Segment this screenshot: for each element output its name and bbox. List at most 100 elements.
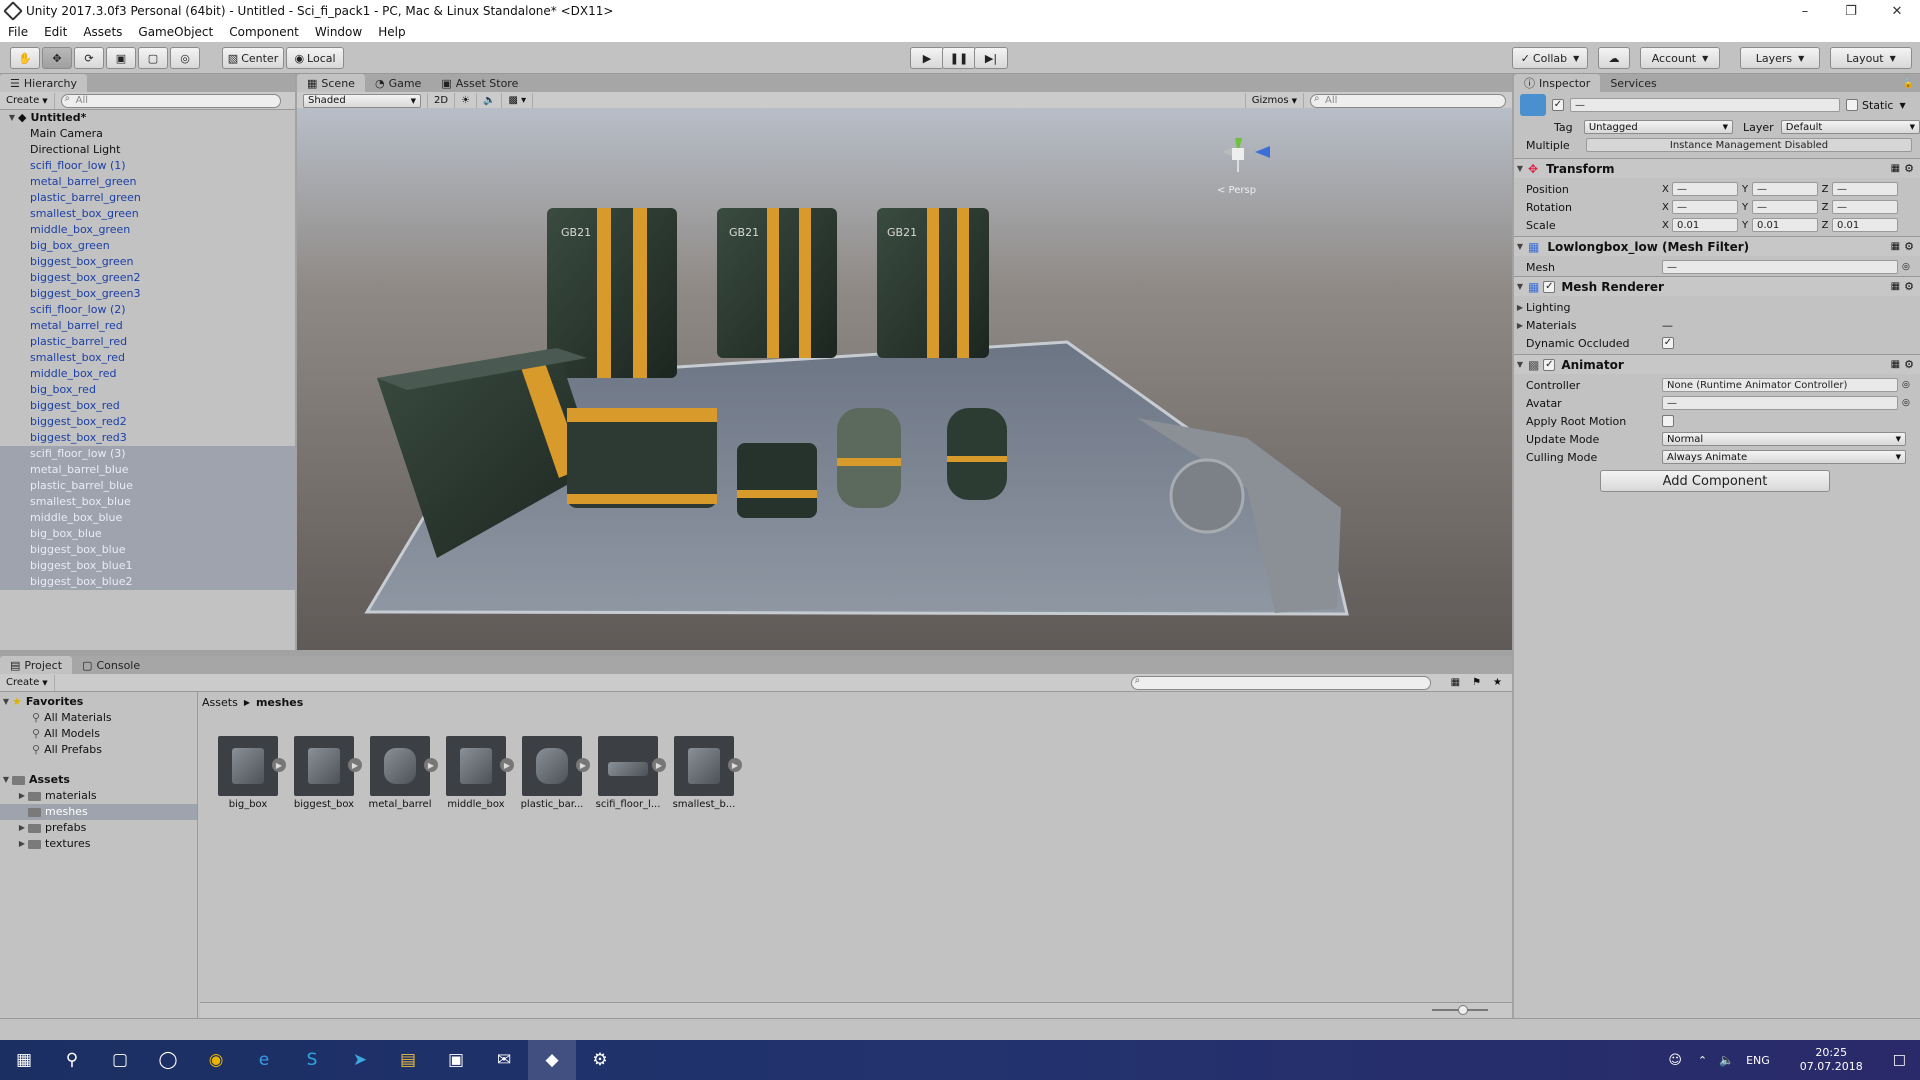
mesh-filter-header[interactable]: ▼ ▦ Lowlongbox_low (Mesh Filter) ▦ ⚙	[1514, 236, 1920, 256]
asset-tile[interactable]: ▶ smallest_b...	[670, 736, 744, 818]
hierarchy-item[interactable]: scifi_floor_low (3)	[0, 446, 295, 462]
tab-hierarchy[interactable]: ☰ Hierarchy	[0, 74, 88, 92]
position-x-field[interactable]: —	[1672, 182, 1738, 196]
hierarchy-item[interactable]: smallest_box_red	[0, 350, 295, 366]
pause-button[interactable]: ❚❚	[942, 47, 976, 69]
help-icon[interactable]: ▦	[1891, 163, 1900, 174]
object-picker-icon[interactable]: ◎	[1902, 262, 1910, 272]
tab-scene[interactable]: ▦ Scene	[297, 74, 365, 92]
favorite-star-icon[interactable]: ★	[1493, 677, 1502, 688]
hand-tool-icon[interactable]: ✋	[10, 47, 40, 69]
gear-icon[interactable]: ⚙	[1904, 240, 1914, 253]
transform-header[interactable]: ▼ ✥ Transform ▦ ⚙	[1514, 158, 1920, 178]
rotation-y-field[interactable]: —	[1752, 200, 1818, 214]
favorite-item[interactable]: ⚲ All Prefabs	[0, 742, 197, 758]
hierarchy-item[interactable]: smallest_box_blue	[0, 494, 295, 510]
chevron-up-icon[interactable]: ⌃	[1698, 1054, 1707, 1067]
hierarchy-item[interactable]: biggest_box_green3	[0, 286, 295, 302]
asset-tile[interactable]: ▶ scifi_floor_l...	[594, 736, 668, 818]
rotate-tool-icon[interactable]: ⟳	[74, 47, 104, 69]
project-search-input[interactable]	[1130, 675, 1431, 690]
hierarchy-item[interactable]: biggest_box_blue2	[0, 574, 295, 590]
pivot-center-button[interactable]: ▧ Center	[222, 47, 284, 69]
unity-hub-icon[interactable]: ⚙	[576, 1040, 624, 1080]
cloud-button[interactable]: ☁	[1598, 47, 1630, 69]
telegram-icon[interactable]: ➤	[336, 1040, 384, 1080]
scene-viewport[interactable]: GB21 GB21 GB21 < Persp	[297, 108, 1512, 650]
move-tool-icon[interactable]: ✥	[42, 47, 72, 69]
tab-services[interactable]: Services	[1600, 74, 1666, 92]
gizmos-dropdown[interactable]: Gizmos ▼	[1244, 92, 1304, 109]
hierarchy-item[interactable]: biggest_box_blue1	[0, 558, 295, 574]
windows-start-icon[interactable]: ▦	[0, 1040, 48, 1080]
hierarchy-item[interactable]: big_box_blue	[0, 526, 295, 542]
chevron-down-icon[interactable]: ▼	[1899, 101, 1905, 110]
xbox-icon[interactable]: ◯	[144, 1040, 192, 1080]
asset-tile[interactable]: ▶ biggest_box	[290, 736, 364, 818]
hierarchy-item[interactable]: middle_box_blue	[0, 510, 295, 526]
hierarchy-item[interactable]: biggest_box_green	[0, 254, 295, 270]
step-button[interactable]: ▶|	[974, 47, 1008, 69]
hierarchy-item[interactable]: Main Camera	[0, 126, 295, 142]
rotation-z-field[interactable]: —	[1832, 200, 1898, 214]
menu-component[interactable]: Component	[221, 25, 307, 39]
favorite-item[interactable]: ⚲ All Materials	[0, 710, 197, 726]
filter-label-icon[interactable]: ⚑	[1472, 677, 1481, 688]
help-icon[interactable]: ▦	[1891, 359, 1900, 370]
layers-dropdown[interactable]: Layers ▼	[1740, 47, 1820, 69]
active-checkbox[interactable]: ✓	[1552, 99, 1564, 111]
position-y-field[interactable]: —	[1752, 182, 1818, 196]
persp-label[interactable]: < Persp	[1217, 185, 1256, 196]
unity-taskbar-icon[interactable]: ◆	[528, 1040, 576, 1080]
assets-root-item[interactable]: ▼ Assets	[0, 772, 197, 788]
tab-game[interactable]: ◔ Game	[365, 74, 431, 92]
help-icon[interactable]: ▦	[1891, 241, 1900, 252]
hierarchy-item[interactable]: middle_box_green	[0, 222, 295, 238]
menu-gameobject[interactable]: GameObject	[130, 25, 221, 39]
hierarchy-item[interactable]: Directional Light	[0, 142, 295, 158]
expand-icon[interactable]: ▶	[348, 758, 362, 772]
effects-dropdown-icon[interactable]: ▩ ▾	[502, 92, 534, 109]
hierarchy-item[interactable]: middle_box_red	[0, 366, 295, 382]
expand-icon[interactable]: ▶	[272, 758, 286, 772]
gear-icon[interactable]: ⚙	[1904, 358, 1914, 371]
asset-tile[interactable]: ▶ middle_box	[442, 736, 516, 818]
tab-inspector[interactable]: ⓘ Inspector	[1514, 74, 1601, 92]
asset-tile[interactable]: ▶ metal_barrel	[366, 736, 440, 818]
avatar-field[interactable]: —	[1662, 396, 1898, 410]
expand-icon[interactable]: ▶	[576, 758, 590, 772]
position-z-field[interactable]: —	[1832, 182, 1898, 196]
gear-icon[interactable]: ⚙	[1904, 280, 1914, 293]
hierarchy-item[interactable]: plastic_barrel_blue	[0, 478, 295, 494]
scale-x-field[interactable]: 0.01	[1672, 218, 1738, 232]
audio-toggle-icon[interactable]: 🔈	[477, 92, 503, 109]
menu-help[interactable]: Help	[370, 25, 413, 39]
rotation-x-field[interactable]: —	[1672, 200, 1738, 214]
triangle-down-icon[interactable]: ▼	[6, 110, 18, 126]
dynamic-occluded-checkbox[interactable]: ✓	[1662, 337, 1674, 349]
menu-edit[interactable]: Edit	[36, 25, 75, 39]
folder-item[interactable]: ▶ prefabs	[0, 820, 197, 836]
restore-icon[interactable]: ❐	[1828, 0, 1874, 22]
breadcrumb-item[interactable]: meshes	[256, 696, 303, 709]
hierarchy-search-input[interactable]: All	[60, 93, 281, 108]
project-create-button[interactable]: Create ▼	[0, 674, 55, 691]
lighting-row[interactable]: ▶ Lighting	[1514, 298, 1920, 316]
rect-tool-icon[interactable]: ▢	[138, 47, 168, 69]
scene-root-item[interactable]: ▼ ◆ Untitled*	[0, 110, 295, 126]
help-icon[interactable]: ▦	[1891, 281, 1900, 292]
hierarchy-item[interactable]: metal_barrel_red	[0, 318, 295, 334]
edge-icon[interactable]: e	[240, 1040, 288, 1080]
file-explorer-icon[interactable]: ▤	[384, 1040, 432, 1080]
store-icon[interactable]: ▣	[432, 1040, 480, 1080]
expand-icon[interactable]: ▶	[652, 758, 666, 772]
hierarchy-item[interactable]: plastic_barrel_red	[0, 334, 295, 350]
search-icon[interactable]: ⚲	[48, 1040, 96, 1080]
hierarchy-item[interactable]: scifi_floor_low (2)	[0, 302, 295, 318]
language-indicator[interactable]: ENG	[1746, 1054, 1770, 1067]
controller-field[interactable]: None (Runtime Animator Controller)	[1662, 378, 1898, 392]
lighting-toggle-icon[interactable]: ☀	[455, 92, 478, 109]
hierarchy-item[interactable]: biggest_box_red2	[0, 414, 295, 430]
object-picker-icon[interactable]: ◎	[1902, 398, 1910, 408]
shading-mode-dropdown[interactable]: Shaded ▼	[303, 93, 421, 108]
